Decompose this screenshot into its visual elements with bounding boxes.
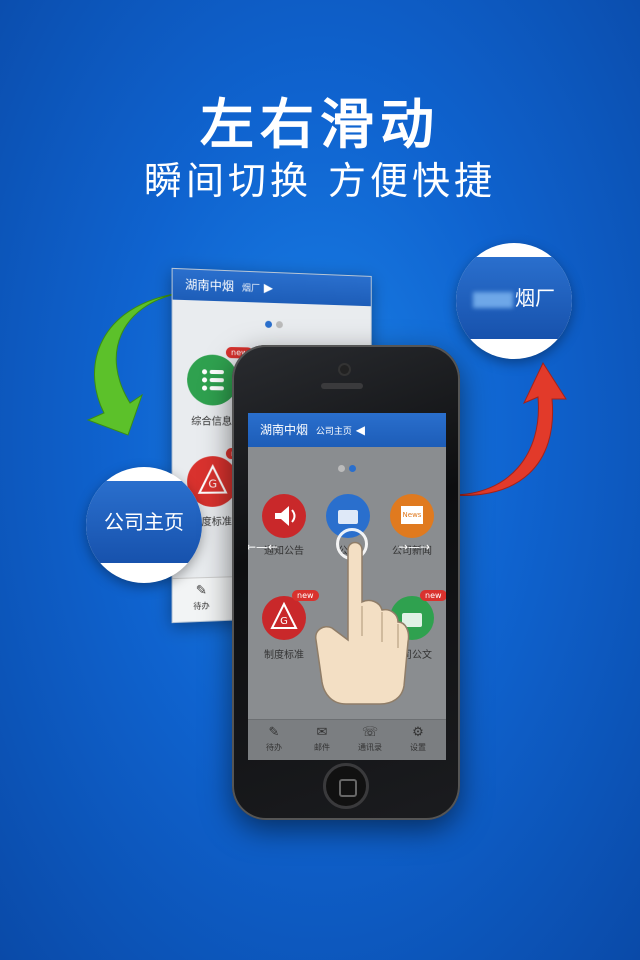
screen-subtitle: 公司主页 [315,427,352,437]
home-button[interactable] [323,763,369,809]
speaker-grille [321,383,363,389]
edit-icon: ✎ [268,725,280,740]
svg-text:News: News [403,511,422,519]
phone-screen: 湖南中烟 公司主页 ◀ 通知公告 公司 News 公司新闻 G new 制度 [248,413,446,760]
phone-device: 湖南中烟 公司主页 ◀ 通知公告 公司 News 公司新闻 G new 制度 [232,345,460,820]
swipe-left-indicator-icon: ←—← [248,540,279,554]
screen-page-indicator [248,447,446,476]
contacts-icon: ☏ [361,725,379,740]
swipe-right-arrow-icon [451,361,567,496]
svg-text:G: G [208,477,217,490]
back-card-header: 湖南中烟 烟厂 ▶ [172,268,371,307]
screen-tabbar: ✎ 待办 ✉ 邮件 ☏ 通讯录 ⚙ 设置 [248,719,446,760]
back-card-title: 湖南中烟 [185,277,235,294]
svg-text:G: G [280,616,288,627]
app-icon-notice[interactable] [262,494,306,538]
tab-mail[interactable]: ✉ 邮件 [302,724,342,753]
tab-contacts[interactable]: ☏ 通讯录 [350,724,390,753]
edit-icon: ✎ [195,583,208,599]
callout-right: 烟厂 [456,243,572,359]
tab-todo[interactable]: ✎ 待办 [181,582,222,613]
pointing-hand-icon [315,541,410,705]
back-card-subtitle: 烟厂 [241,283,260,295]
callout-left: 公司主页 [86,467,202,583]
screen-header: 湖南中烟 公司主页 ◀ [248,413,446,447]
app-icon-news[interactable]: News [390,494,434,538]
tab-settings[interactable]: ⚙ 设置 [398,724,438,753]
play-icon: ▶ [263,280,273,295]
mail-icon: ✉ [316,725,328,740]
tab-todo[interactable]: ✎ 待办 [254,724,294,753]
screen-title: 湖南中烟 [260,423,309,437]
gear-icon: ⚙ [412,725,424,740]
app-icon-info[interactable] [187,354,239,406]
back-arrow-icon[interactable]: ◀ [356,423,365,437]
headline-subtitle: 瞬间切换 方便快捷 [143,159,497,203]
page-indicator [173,300,371,339]
callout-left-label: 公司主页 [86,481,202,563]
new-badge: new [420,590,446,601]
front-camera [340,365,349,374]
headline-title: 左右滑动 [200,93,440,156]
callout-right-label: 烟厂 [515,286,555,310]
blurred-text [473,291,513,308]
app-icon-rules[interactable]: G [262,596,306,640]
